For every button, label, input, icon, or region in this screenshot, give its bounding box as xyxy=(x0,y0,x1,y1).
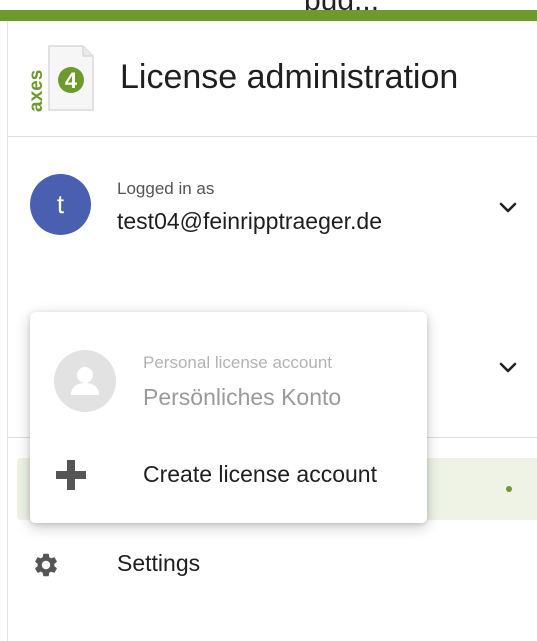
plus-icon xyxy=(56,460,86,490)
active-indicator-dot xyxy=(506,486,512,492)
logo-mark-text: 4 xyxy=(65,68,78,93)
gear-icon xyxy=(35,553,57,577)
personal-account-caption: Personal license account xyxy=(143,353,333,372)
nav-item-settings[interactable] xyxy=(8,540,537,590)
accent-bar xyxy=(0,10,537,21)
app-title: License administration xyxy=(120,58,459,96)
axes4-logo: 4 axes xyxy=(26,44,95,112)
personal-account-name: Persönliches Konto xyxy=(143,384,342,410)
user-email: test04@feinripptraeger.de xyxy=(117,208,383,234)
user-avatar: t xyxy=(30,174,91,235)
header-divider xyxy=(8,136,537,137)
account-chevron-down-icon[interactable] xyxy=(498,361,518,375)
create-license-account-label: Create license account xyxy=(143,461,377,487)
logo-text: axes xyxy=(27,70,47,112)
logged-in-caption: Logged in as xyxy=(117,179,215,198)
person-icon xyxy=(71,367,99,395)
settings-label: Settings xyxy=(117,550,201,576)
person-avatar xyxy=(54,350,116,412)
account-dropdown-menu: Personal license account Persönliches Ko… xyxy=(30,312,427,523)
chevron-down-icon[interactable] xyxy=(498,201,518,215)
license-admin-page: pug... 4 axes License administration t L… xyxy=(0,0,537,641)
axes4-logo-icon: 4 axes xyxy=(26,45,94,112)
